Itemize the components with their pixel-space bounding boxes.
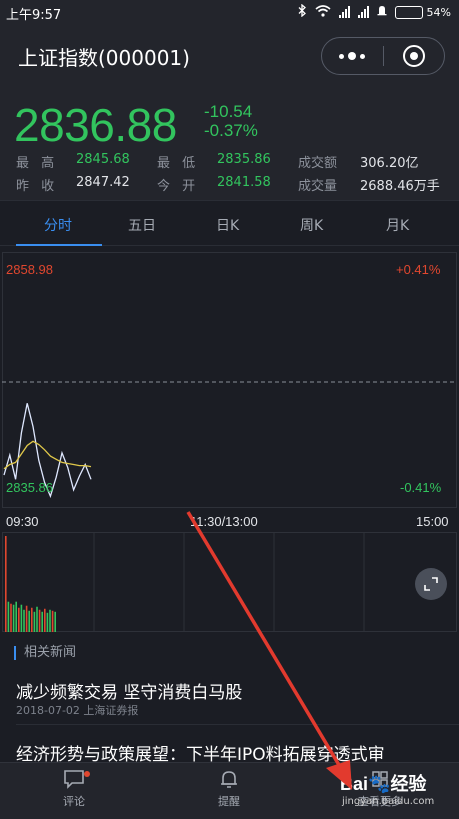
y-bottom-label: 2835.86 xyxy=(6,480,53,495)
volume-bar xyxy=(23,609,25,632)
volume-bar xyxy=(38,609,41,632)
amount-value: 306.20亿 xyxy=(360,156,419,171)
mini-program-capsule xyxy=(321,37,445,75)
volume-bar xyxy=(49,609,51,632)
volume-bar xyxy=(51,610,54,632)
expand-icon xyxy=(424,577,438,591)
news-section-header: 相关新闻 xyxy=(14,646,76,660)
watermark-url: jingyan.baidu.com xyxy=(342,796,435,807)
prev-close-value: 2847.42 xyxy=(76,175,130,190)
fullscreen-button[interactable] xyxy=(415,568,447,600)
y-top-label: 2858.98 xyxy=(6,262,53,277)
volume-frame xyxy=(2,532,457,632)
more-dots-icon xyxy=(339,52,366,60)
news-item-title[interactable]: 减少频繁交易 坚守消费白马股 xyxy=(16,678,242,703)
volume-value: 2688.46万手 xyxy=(360,179,440,194)
high-value: 2845.68 xyxy=(76,152,130,167)
status-time: 上午9:57 xyxy=(6,8,62,23)
amount-label: 成交额 xyxy=(298,156,338,171)
volume-bar xyxy=(54,611,56,632)
change-percent: -0.37% xyxy=(204,121,258,140)
period-tabs: 分时 五日 日K 周K 月K xyxy=(0,200,459,246)
volume-bar xyxy=(44,608,46,632)
comment-button[interactable]: 评论 xyxy=(34,769,114,809)
tab-intraday[interactable]: 分时 xyxy=(44,215,72,235)
comment-icon xyxy=(64,770,84,789)
open-value: 2841.58 xyxy=(217,175,271,190)
volume-bar xyxy=(18,607,20,632)
volume-chart xyxy=(2,532,457,632)
open-label: 今 开 xyxy=(157,179,200,194)
remind-button[interactable]: 提醒 xyxy=(189,769,269,809)
time-tick-open: 09:30 xyxy=(6,514,39,529)
baidu-jingyan-watermark: Bai🐾经验 jingyan.baidu.com xyxy=(340,764,458,814)
title-bar: 上证指数(000001) xyxy=(0,24,459,88)
tab-monthly-k[interactable]: 月K xyxy=(386,215,409,235)
notification-dot xyxy=(84,771,90,777)
time-axis: 09:30 11:30/13:00 15:00 xyxy=(0,512,459,532)
more-button[interactable] xyxy=(322,38,383,74)
high-label: 最 高 xyxy=(16,156,59,171)
volume-bar xyxy=(31,607,33,632)
low-value: 2835.86 xyxy=(217,152,271,167)
volume-bar xyxy=(15,601,17,632)
paw-icon: 🐾 xyxy=(368,774,391,794)
volume-bar xyxy=(33,611,36,632)
volume-bar xyxy=(36,606,38,632)
active-tab-indicator xyxy=(16,244,102,246)
change-value: -10.54 xyxy=(204,102,253,121)
tab-weekly-k[interactable]: 周K xyxy=(300,215,323,235)
volume-bar xyxy=(12,604,15,632)
time-tick-midday: 11:30/13:00 xyxy=(190,514,258,529)
battery: 54% xyxy=(394,5,451,19)
page-title: 上证指数(000001) xyxy=(18,46,190,70)
volume-bar xyxy=(25,605,28,632)
volume-bar xyxy=(10,603,12,632)
low-label: 最 低 xyxy=(157,156,200,171)
status-icons: 54% xyxy=(298,3,451,20)
news-divider xyxy=(16,724,459,725)
current-price: 2836.88 xyxy=(14,99,177,151)
watermark-brand: Bai🐾经验 xyxy=(340,774,427,794)
intraday-chart[interactable] xyxy=(2,252,457,508)
alarm-icon xyxy=(377,4,387,20)
price-change: -10.54 -0.37% xyxy=(204,102,258,140)
battery-icon xyxy=(394,5,423,19)
pct-top-label: +0.41% xyxy=(396,262,441,277)
comment-label: 评论 xyxy=(63,795,85,808)
volume-label: 成交量 xyxy=(298,179,338,194)
volume-bar xyxy=(46,612,49,632)
prev-close-label: 昨 收 xyxy=(16,179,59,194)
volume-bar xyxy=(5,536,7,632)
close-mini-program-button[interactable] xyxy=(383,38,444,74)
news-item-meta: 2018-07-02 上海证券报 xyxy=(16,704,139,717)
quote-panel: 2836.88 -10.54 -0.37% 最 高 2845.68 最 低 28… xyxy=(0,88,459,200)
status-bar: 上午9:57 54% xyxy=(0,0,459,24)
time-tick-close: 15:00 xyxy=(416,514,449,529)
pct-bottom-label: -0.41% xyxy=(400,480,442,495)
bluetooth-icon xyxy=(298,3,307,20)
related-news: 相关新闻 减少频繁交易 坚守消费白马股 2018-07-02 上海证券报 经济形… xyxy=(0,640,459,765)
volume-bar xyxy=(7,601,10,632)
tab-daily-k[interactable]: 日K xyxy=(216,215,239,235)
volume-bar xyxy=(20,604,23,632)
bell-icon xyxy=(221,771,237,788)
wifi-icon xyxy=(315,4,331,20)
tab-five-day[interactable]: 五日 xyxy=(128,215,156,235)
battery-percent: 54% xyxy=(426,5,451,19)
volume-bar xyxy=(28,610,30,632)
target-icon xyxy=(402,45,425,67)
volume-bar xyxy=(41,611,43,632)
signal-icon xyxy=(338,6,350,18)
signal-icon-2 xyxy=(357,6,369,18)
remind-label: 提醒 xyxy=(218,795,240,808)
chart-frame xyxy=(2,252,457,508)
